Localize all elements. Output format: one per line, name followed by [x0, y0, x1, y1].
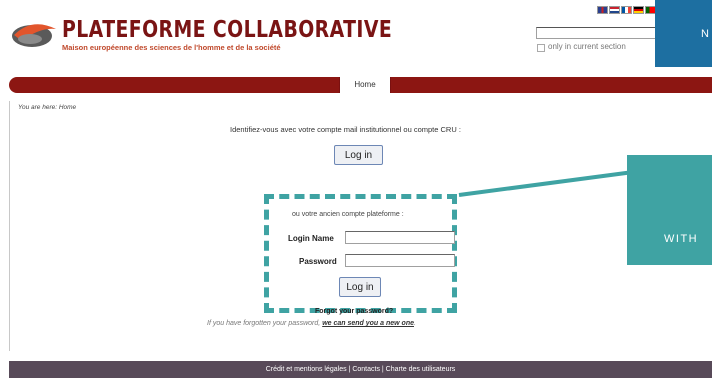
overlay-side-text: WITH [664, 233, 699, 245]
password-label: Password [299, 257, 337, 266]
breadcrumb: You are here: Home [18, 104, 77, 111]
forgot-password-link[interactable]: Forgot your password? [315, 308, 393, 315]
france-flag-icon[interactable] [621, 6, 632, 14]
password-input[interactable] [345, 254, 455, 267]
login-name-label: Login Name [288, 234, 334, 243]
browser-page: PLATEFORME COLLABORATIVE Maison européen… [0, 0, 712, 378]
forgot-text-suffix: . [414, 320, 416, 327]
overlay-right-panel: WITH [627, 155, 712, 265]
only-current-section-checkbox[interactable] [537, 44, 545, 52]
login-name-input[interactable] [345, 231, 455, 244]
only-current-section-label: only in current section [548, 42, 626, 51]
main-nav-bar: Home [9, 77, 712, 93]
overlay-top-right-text: N [701, 28, 710, 40]
logo-title: PLATEFORME COLLABORATIVE [62, 17, 393, 43]
footer[interactable]: Crédit et mentions légales | Contacts | … [9, 361, 712, 378]
nav-home-tab[interactable]: Home [339, 77, 391, 93]
logo-mark-icon [12, 24, 56, 47]
overlay-top-right-panel: N [655, 0, 712, 67]
forgot-password-text: If you have forgotten your password, we … [207, 320, 416, 327]
language-flags [597, 6, 656, 15]
send-new-password-link[interactable]: we can send you a new one [322, 320, 414, 327]
netherlands-flag-icon[interactable] [609, 6, 620, 14]
submit-login-button[interactable]: Log in [339, 277, 381, 297]
alt-account-text: ou votre ancien compte plateforme : [292, 211, 404, 218]
germany-flag-icon[interactable] [633, 6, 644, 14]
forgot-text-prefix: If you have forgotten your password, [207, 320, 323, 327]
uk-flag-icon[interactable] [597, 6, 608, 14]
site-logo[interactable]: PLATEFORME COLLABORATIVE Maison européen… [10, 17, 392, 57]
institutional-login-button[interactable]: Log in [334, 145, 383, 165]
login-intro-text: Identifiez-vous avec votre compte mail i… [230, 125, 461, 134]
logo-subtitle: Maison européenne des sciences de l'homm… [62, 43, 281, 52]
